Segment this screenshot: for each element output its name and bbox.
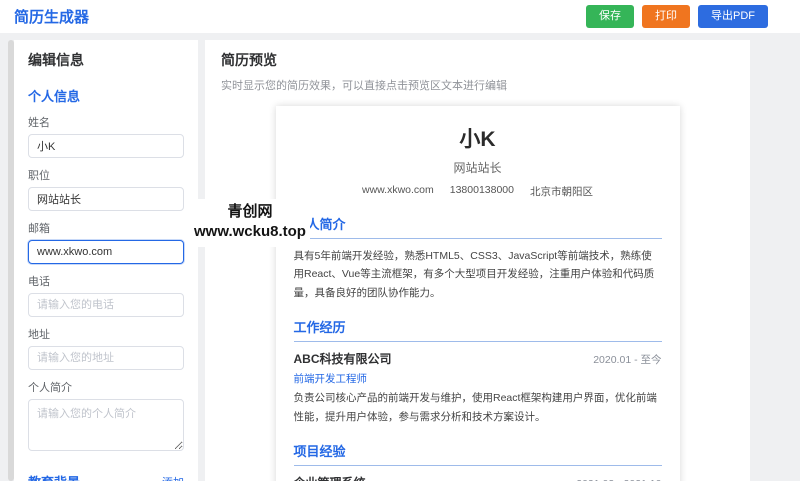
app-title: 简历生成器 [14, 6, 89, 27]
watermark-site-url: www.wcku8.top [194, 222, 306, 242]
resume-contact-phone[interactable]: 13800138000 [450, 184, 514, 199]
work-role[interactable]: 前端开发工程师 [294, 371, 662, 386]
job-field-label: 职位 [28, 167, 184, 183]
resume-name[interactable]: 小K [294, 123, 662, 153]
preview-title: 简历预览 [221, 50, 734, 70]
resume-contact-address[interactable]: 北京市朝阳区 [530, 184, 593, 199]
education-section-header: 教育背景 添加 [28, 472, 184, 481]
resume-project-title: 项目经验 [294, 441, 662, 466]
phone-field-label: 电话 [28, 273, 184, 289]
work-period: 2020.01 - 至今 [593, 352, 661, 367]
work-entry-header: ABC科技有限公司 2020.01 - 至今 [294, 350, 662, 367]
summary-textarea[interactable] [28, 399, 184, 451]
address-field-label: 地址 [28, 326, 184, 342]
preview-subtitle: 实时显示您的简历效果，可以直接点击预览区文本进行编辑 [221, 77, 734, 93]
project-entry-header: 企业管理系统 2021.03 - 2021.10 [294, 474, 662, 481]
edit-panel: 编辑信息 个人信息 姓名 职位 邮箱 电话 地址 个人简介 教育背景 添加 工作… [14, 40, 198, 481]
save-button[interactable]: 保存 [586, 5, 634, 28]
email-input[interactable] [28, 240, 184, 264]
export-pdf-button[interactable]: 导出PDF [698, 5, 768, 28]
resume-work-section: 工作经历 ABC科技有限公司 2020.01 - 至今 前端开发工程师 负责公司… [294, 317, 662, 426]
add-education-link[interactable]: 添加 [162, 474, 184, 481]
email-field-label: 邮箱 [28, 220, 184, 236]
address-input[interactable] [28, 346, 184, 370]
print-button[interactable]: 打印 [642, 5, 690, 28]
resume-profile-title: 个人简介 [294, 214, 662, 239]
resume-work-title: 工作经历 [294, 317, 662, 342]
phone-input[interactable] [28, 293, 184, 317]
resume-contact-row: www.xkwo.com 13800138000 北京市朝阳区 [294, 184, 662, 199]
resume-job-title[interactable]: 网站站长 [294, 159, 662, 176]
resume-contact-email[interactable]: www.xkwo.com [362, 184, 434, 199]
resume-profile-text[interactable]: 具有5年前端开发经验，熟悉HTML5、CSS3、JavaScript等前端技术，… [294, 247, 662, 302]
education-section-title: 教育背景 [28, 472, 80, 481]
work-description[interactable]: 负责公司核心产品的前端开发与维护，使用React框架构建用户界面，优化前端性能，… [294, 389, 662, 426]
resume-profile-section: 个人简介 具有5年前端开发经验，熟悉HTML5、CSS3、JavaScript等… [294, 214, 662, 302]
personal-info-section-title: 个人信息 [28, 86, 80, 105]
job-title-input[interactable] [28, 187, 184, 211]
top-bar: 简历生成器 保存 打印 导出PDF [0, 0, 800, 33]
name-input[interactable] [28, 134, 184, 158]
name-field-label: 姓名 [28, 114, 184, 130]
work-company[interactable]: ABC科技有限公司 [294, 350, 392, 367]
edit-panel-title: 编辑信息 [28, 50, 184, 70]
preview-panel: 简历预览 实时显示您的简历效果，可以直接点击预览区文本进行编辑 小K 网站站长 … [205, 40, 750, 481]
resume-project-section: 项目经验 企业管理系统 2021.03 - 2021.10 担任角色：前端负责人… [294, 441, 662, 481]
project-name[interactable]: 企业管理系统 [294, 474, 366, 481]
personal-info-section-header: 个人信息 [28, 86, 184, 105]
site-watermark: 青创网 www.wcku8.top [190, 199, 310, 247]
resume-paper[interactable]: 小K 网站站长 www.xkwo.com 13800138000 北京市朝阳区 … [276, 106, 680, 481]
summary-field-label: 个人简介 [28, 379, 184, 395]
toolbar: 保存 打印 导出PDF [586, 5, 768, 28]
watermark-site-name: 青创网 [194, 202, 306, 222]
